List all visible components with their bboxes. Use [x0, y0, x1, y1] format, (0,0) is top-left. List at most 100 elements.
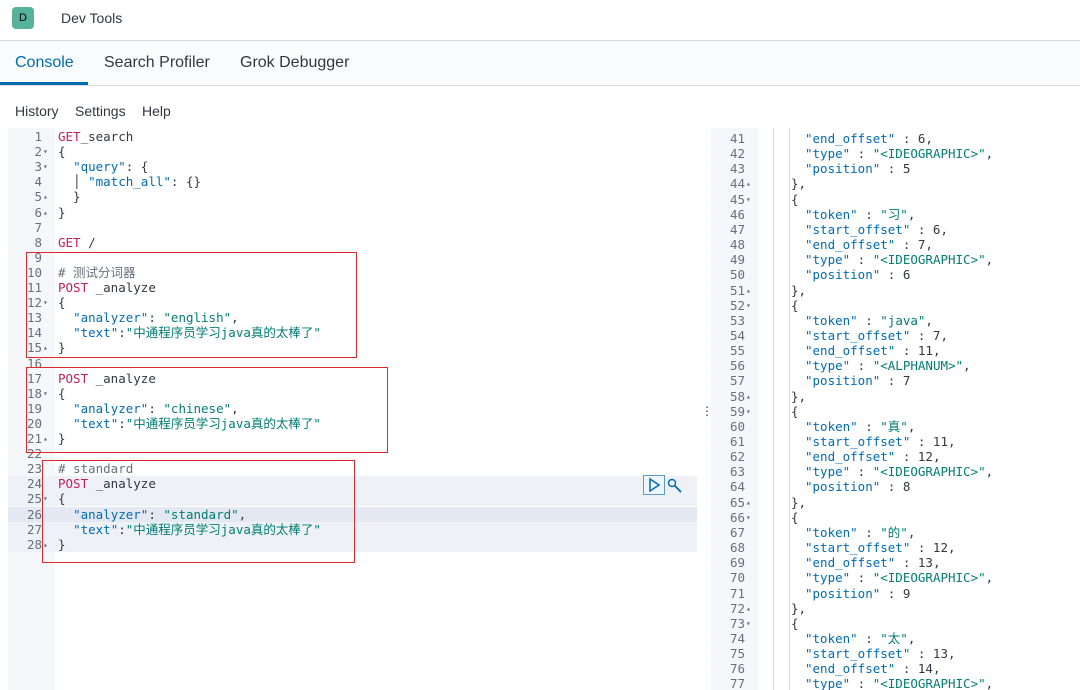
- output-line: 77 "type" : "<IDEOGRAPHIC>",: [711, 676, 1080, 690]
- editor-line: 6 ▴}: [8, 205, 697, 220]
- request-options-button[interactable]: [666, 477, 684, 495]
- app-logo-badge[interactable]: D: [12, 7, 34, 29]
- line-number: 8: [34, 234, 42, 250]
- line-number: 75: [729, 646, 745, 662]
- settings-link[interactable]: Settings: [75, 103, 126, 119]
- history-link[interactable]: History: [15, 103, 59, 119]
- code-text: "query": {: [73, 159, 149, 175]
- code-text: "end_offset" : 6,: [805, 131, 933, 146]
- tab-grok-debugger[interactable]: Grok Debugger: [240, 54, 349, 72]
- output-line: 43 "position" : 5: [711, 161, 1080, 176]
- code-text: "position" : 9: [805, 585, 911, 601]
- fold-open-icon[interactable]: ▾: [746, 192, 756, 207]
- output-line: 63 "type" : "<IDEOGRAPHIC>",: [711, 464, 1080, 479]
- line-number: 28: [26, 536, 42, 552]
- code-text: {: [791, 403, 799, 419]
- top-bar: D Dev Tools: [0, 0, 1080, 41]
- output-line: 57 "position" : 7: [711, 373, 1080, 388]
- help-link[interactable]: Help: [142, 103, 171, 119]
- fold-close-icon[interactable]: ▴: [43, 205, 53, 220]
- fold-open-icon[interactable]: ▾: [43, 491, 53, 506]
- code-text: },: [791, 600, 807, 616]
- fold-open-icon[interactable]: ▾: [746, 298, 756, 313]
- fold-close-icon[interactable]: ▴: [43, 431, 53, 446]
- fold-open-icon[interactable]: ▾: [43, 159, 53, 174]
- fold-open-icon[interactable]: ▾: [43, 386, 53, 401]
- line-number: 73: [729, 615, 745, 631]
- editor-line: 5 ▴ }: [8, 189, 697, 204]
- line-number: 62: [729, 449, 745, 465]
- code-text: POST _analyze: [58, 370, 156, 386]
- code-text: "start_offset" : 6,: [805, 221, 948, 237]
- pane-resizer[interactable]: ⋮: [697, 128, 713, 690]
- fold-close-icon[interactable]: ▴: [746, 495, 756, 510]
- output-line: 55 "end_offset" : 11,: [711, 343, 1080, 358]
- code-text: },: [791, 176, 807, 192]
- output-line: 56 "type" : "<ALPHANUM>",: [711, 358, 1080, 373]
- send-request-button[interactable]: [643, 475, 665, 495]
- line-number: 12: [26, 295, 42, 311]
- line-number: 14: [26, 325, 42, 341]
- line-number: 50: [729, 267, 745, 283]
- code-text: "position" : 7: [805, 373, 911, 389]
- line-number: 23: [26, 461, 42, 477]
- editor-line: 15 ▴}: [8, 340, 697, 355]
- fold-open-icon[interactable]: ▾: [746, 404, 756, 419]
- line-number: 10: [26, 264, 42, 280]
- output-line: 49 "type" : "<IDEOGRAPHIC>",: [711, 252, 1080, 267]
- code-text: # 测试分词器: [58, 264, 136, 280]
- editor-line: 17 POST _analyze: [8, 371, 697, 386]
- fold-close-icon[interactable]: ▴: [43, 340, 53, 355]
- fold-close-icon[interactable]: ▴: [746, 389, 756, 404]
- line-number: 55: [729, 343, 745, 359]
- code-text: │ "match_all": {}: [58, 174, 202, 190]
- code-text: "token" : "太",: [805, 630, 916, 646]
- fold-close-icon[interactable]: ▴: [746, 176, 756, 191]
- play-icon: [649, 477, 661, 493]
- code-text: "token" : "真",: [805, 418, 916, 434]
- line-number: 20: [26, 415, 42, 431]
- line-number: 64: [729, 479, 745, 495]
- fold-open-icon[interactable]: ▾: [43, 295, 53, 310]
- tab-console[interactable]: Console: [15, 54, 74, 72]
- fold-open-icon[interactable]: ▾: [43, 144, 53, 159]
- output-line: 60 "token" : "真",: [711, 419, 1080, 434]
- code-text: "type" : "<IDEOGRAPHIC>",: [805, 570, 994, 586]
- fold-open-icon[interactable]: ▾: [746, 616, 756, 631]
- app-title: Dev Tools: [61, 10, 123, 26]
- code-text: {: [791, 615, 799, 631]
- output-line: 74 "token" : "太",: [711, 631, 1080, 646]
- output-line: 41 "end_offset" : 6,: [711, 131, 1080, 146]
- line-number: 48: [729, 237, 745, 253]
- fold-close-icon[interactable]: ▴: [43, 537, 53, 552]
- code-text: }: [58, 189, 81, 205]
- tab-search-profiler[interactable]: Search Profiler: [104, 54, 210, 72]
- code-text: {: [58, 144, 66, 160]
- code-text: {: [58, 385, 66, 401]
- line-number: 54: [729, 327, 745, 343]
- output-line: 62 "end_offset" : 12,: [711, 449, 1080, 464]
- line-number: 9: [34, 249, 42, 265]
- output-line: 50 "position" : 6: [711, 267, 1080, 282]
- fold-close-icon[interactable]: ▴: [746, 601, 756, 616]
- output-line: 71 "position" : 9: [711, 586, 1080, 601]
- code-text: "start_offset" : 7,: [805, 327, 948, 343]
- editor-line: 19 "analyzer": "chinese",: [8, 401, 697, 416]
- code-text: "type" : "<IDEOGRAPHIC>",: [805, 252, 994, 268]
- code-text: "end_offset" : 7,: [805, 237, 933, 253]
- output-line: 75 "start_offset" : 13,: [711, 646, 1080, 661]
- fold-close-icon[interactable]: ▴: [43, 189, 53, 204]
- output-line: 52 ▾ {: [711, 298, 1080, 313]
- code-text: {: [58, 491, 66, 507]
- editor-line: 26 "analyzer": "standard",: [8, 506, 697, 522]
- request-editor[interactable]: 1 GET_search 2 ▾{3 ▾ "query": {4 │ "match_al…: [8, 128, 697, 690]
- code-text: "text":"中通程序员学习java真的太棒了": [73, 325, 321, 341]
- line-number: 60: [729, 418, 745, 434]
- code-text: "token" : "的",: [805, 524, 916, 540]
- code-text: },: [791, 282, 807, 298]
- fold-open-icon[interactable]: ▾: [746, 510, 756, 525]
- fold-close-icon[interactable]: ▴: [746, 283, 756, 298]
- code-text: "start_offset" : 12,: [805, 540, 956, 556]
- editor-line: 2 ▾ {: [8, 144, 697, 159]
- output-line: 70 "type" : "<IDEOGRAPHIC>",: [711, 570, 1080, 585]
